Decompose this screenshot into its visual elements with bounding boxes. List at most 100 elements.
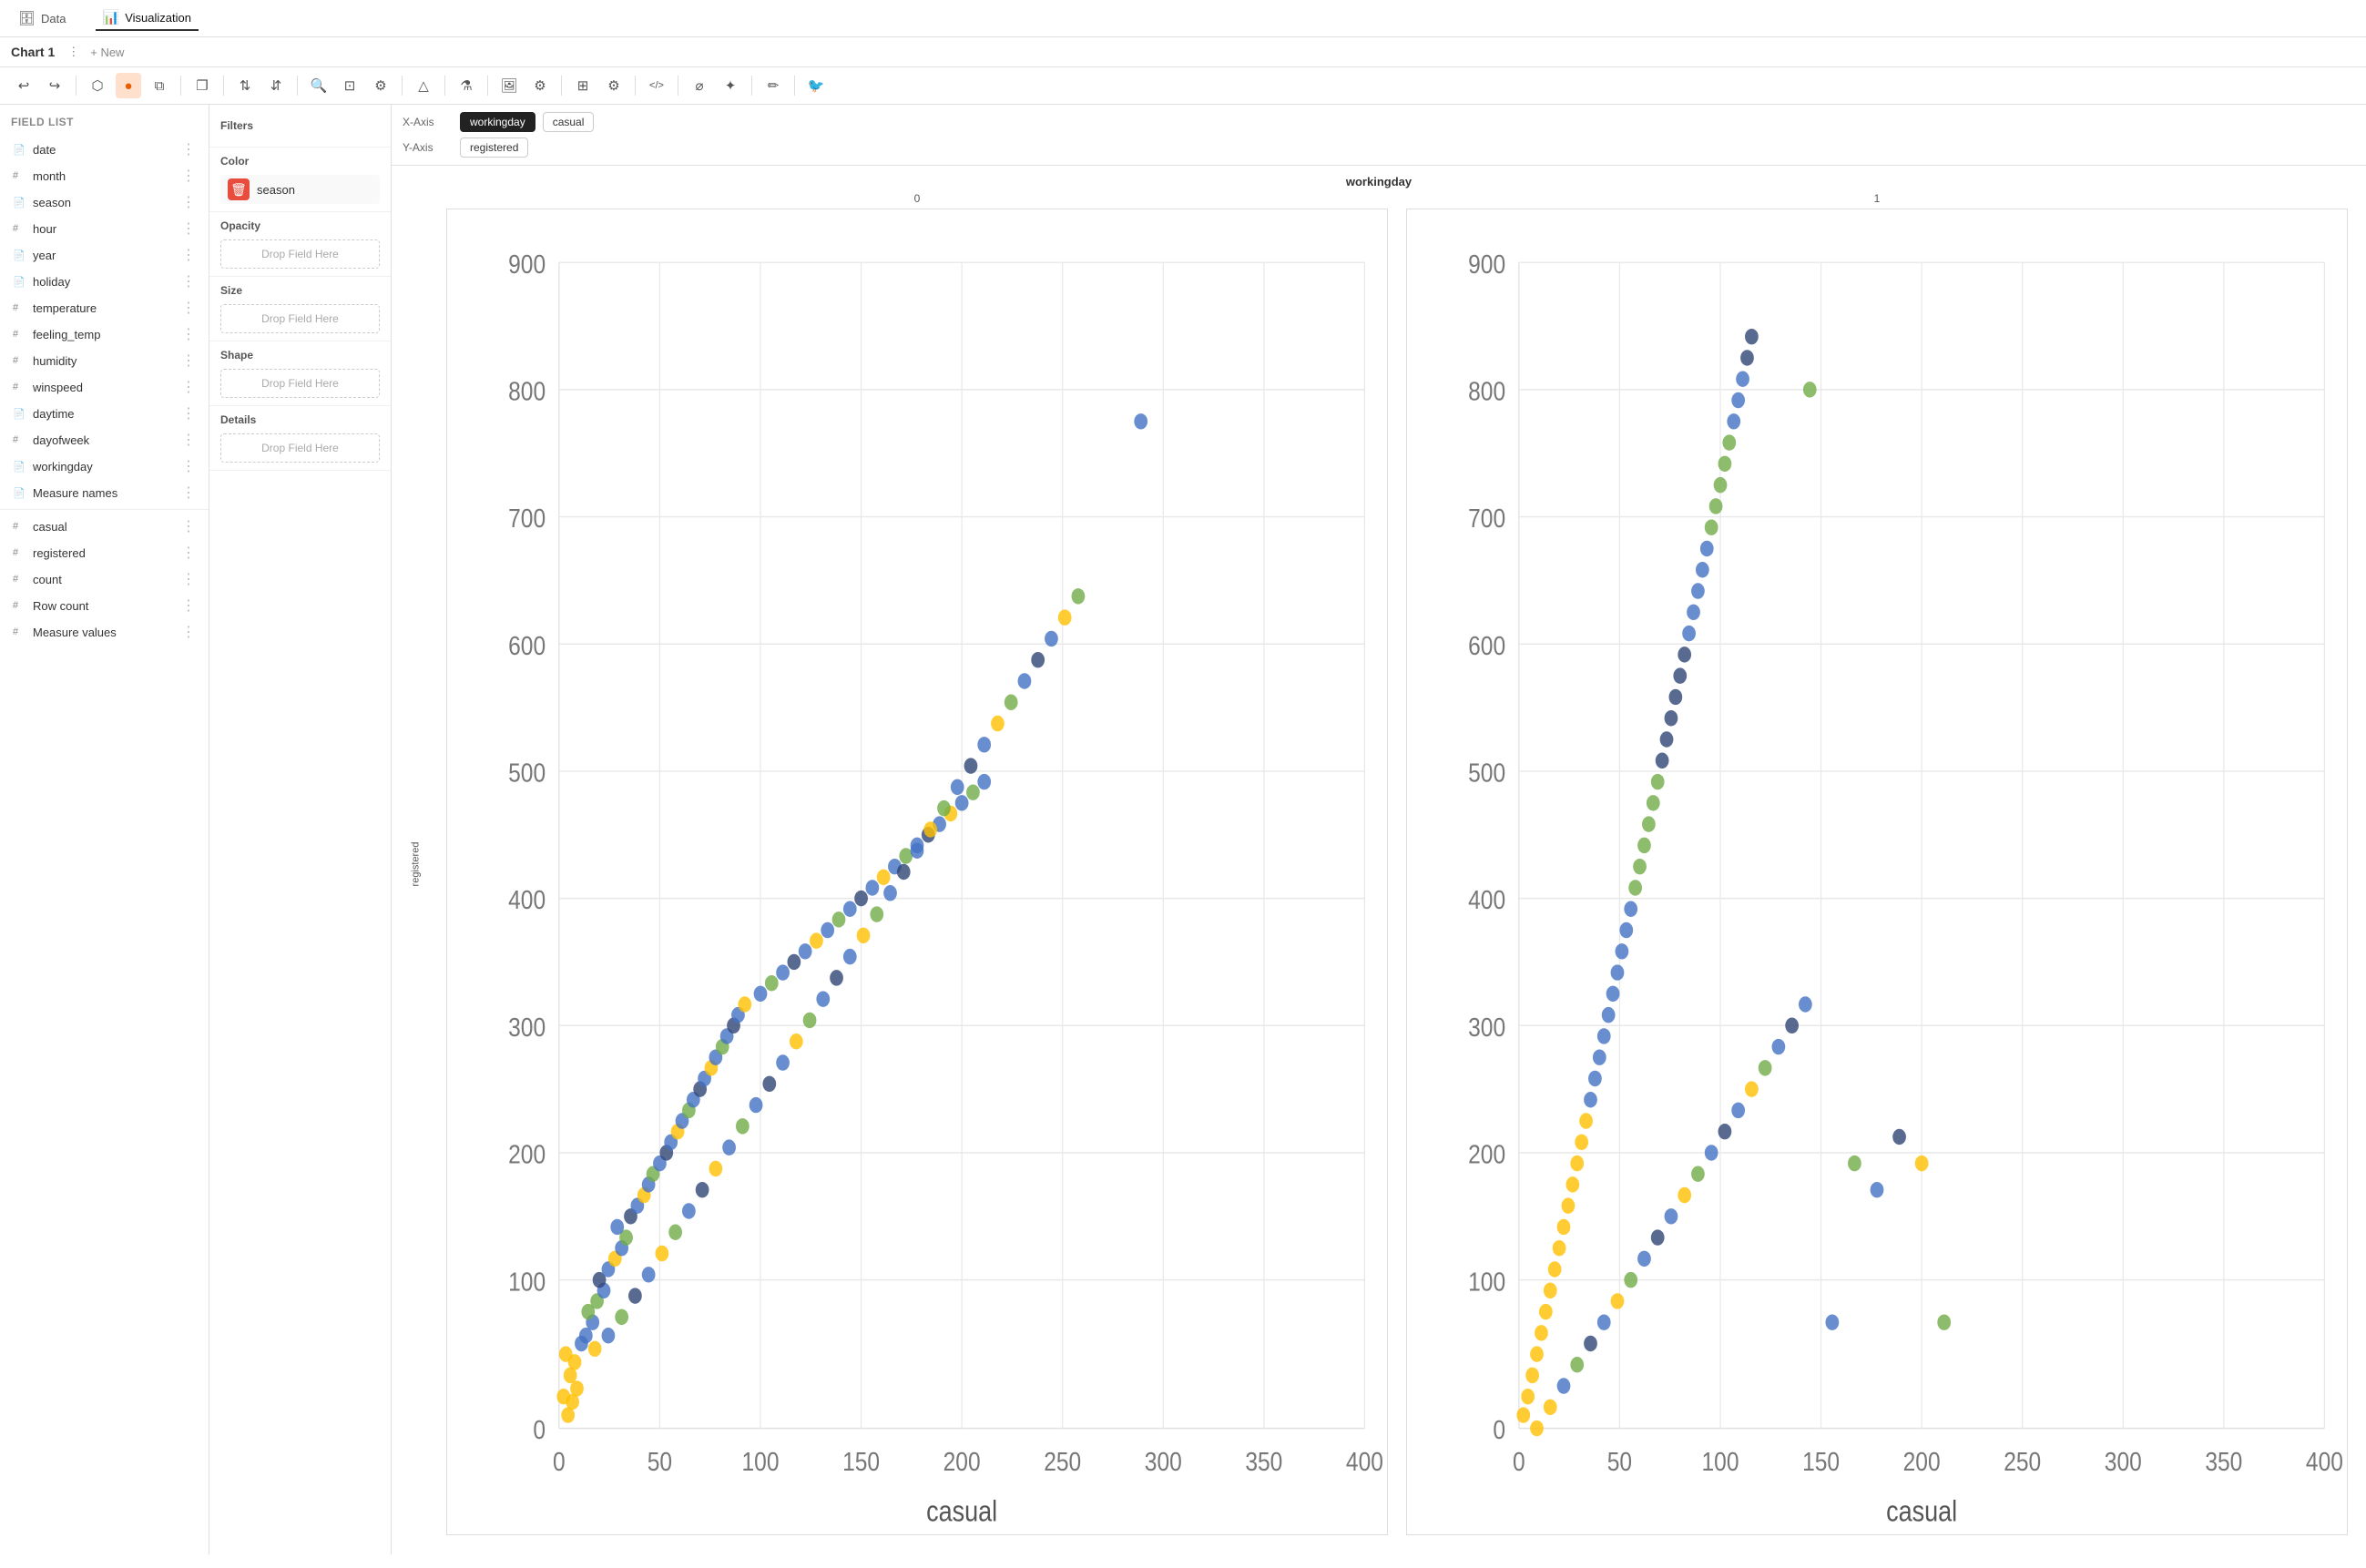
table-button[interactable]: ⊞ [570,73,596,98]
x-axis-row: X-Axis workingday casual [403,112,2355,132]
nav-data-label: Data [41,12,66,25]
field-item-registered[interactable]: # registered ⋮ [4,540,205,565]
field-more-workingday[interactable]: ⋮ [179,457,198,475]
new-button[interactable]: + New [90,46,124,59]
scatter-svg-1: 0 100 200 300 400 500 600 700 800 900 0 … [1406,209,2348,1535]
field-item-year[interactable]: 📄 year ⋮ [4,242,205,268]
field-name-holiday: holiday [33,275,179,289]
field-more-feeling-temp[interactable]: ⋮ [179,325,198,343]
field-name-season: season [33,196,179,209]
field-more-hour[interactable]: ⋮ [179,219,198,238]
field-item-holiday[interactable]: 📄 holiday ⋮ [4,269,205,294]
field-item-row-count[interactable]: # Row count ⋮ [4,593,205,618]
field-list-header: Field List [0,112,209,136]
color-section: Color 🗑 season [209,148,391,212]
shape-label: Shape [220,349,380,361]
field-more-holiday[interactable]: ⋮ [179,272,198,290]
opacity-drop-zone[interactable]: Drop Field Here [220,239,380,269]
svg-text:50: 50 [1607,1447,1632,1476]
undo-button[interactable]: ↩ [11,73,36,98]
x-axis-chip-workingday[interactable]: workingday [460,112,535,132]
y-axis-title: registered [410,841,421,886]
size-section: Size Drop Field Here [209,277,391,341]
field-more-row-count[interactable]: ⋮ [179,596,198,615]
field-item-season[interactable]: 📄 season ⋮ [4,189,205,215]
field-more-dayofweek[interactable]: ⋮ [179,431,198,449]
dayofweek-icon: # [13,434,29,445]
field-more-casual[interactable]: ⋮ [179,517,198,535]
sort-asc-button[interactable]: ⇅ [232,73,258,98]
zoom-rect-button[interactable]: ⊡ [337,73,362,98]
field-more-winspeed[interactable]: ⋮ [179,378,198,396]
field-item-casual[interactable]: # casual ⋮ [4,514,205,539]
field-item-workingday[interactable]: 📄 workingday ⋮ [4,453,205,479]
svg-text:250: 250 [1044,1447,1081,1476]
field-item-month[interactable]: # month ⋮ [4,163,205,188]
sort-desc-button[interactable]: ⇵ [263,73,289,98]
redo-button[interactable]: ↪ [42,73,67,98]
field-item-measure-names[interactable]: 📄 Measure names ⋮ [4,480,205,505]
cube-button[interactable]: ⬡ [85,73,110,98]
svg-text:0: 0 [533,1415,546,1444]
color-delete-icon[interactable]: 🗑 [228,178,250,200]
shape-drop-zone[interactable]: Drop Field Here [220,369,380,398]
svg-text:500: 500 [508,759,546,788]
svg-text:300: 300 [1468,1013,1505,1042]
field-item-count[interactable]: # count ⋮ [4,566,205,592]
gear-button[interactable]: ⚙ [601,73,627,98]
image-button[interactable]: 🖼 [496,73,522,98]
field-item-daytime[interactable]: 📄 daytime ⋮ [4,401,205,426]
field-more-date[interactable]: ⋮ [179,140,198,158]
svg-text:300: 300 [508,1013,546,1042]
pencil-button[interactable]: ✏ [760,73,786,98]
field-more-measure-values[interactable]: ⋮ [179,623,198,641]
field-name-humidity: humidity [33,354,179,368]
field-more-daytime[interactable]: ⋮ [179,404,198,423]
casual-icon: # [13,521,29,532]
field-name-casual: casual [33,520,179,534]
color-chip[interactable]: 🗑 season [220,175,380,204]
field-more-humidity[interactable]: ⋮ [179,351,198,370]
settings-button[interactable]: ⚙ [368,73,393,98]
field-more-season[interactable]: ⋮ [179,193,198,211]
field-more-count[interactable]: ⋮ [179,570,198,588]
svg-text:350: 350 [2205,1447,2242,1476]
svg-text:100: 100 [508,1267,546,1296]
size-drop-zone[interactable]: Drop Field Here [220,304,380,333]
svg-text:200: 200 [508,1140,546,1169]
layers-button[interactable]: ⧉ [147,73,172,98]
copy-button[interactable]: ❐ [189,73,215,98]
field-item-feeling-temp[interactable]: # feeling_temp ⋮ [4,321,205,347]
workingday-icon: 📄 [13,461,29,473]
field-more-measure-names[interactable]: ⋮ [179,484,198,502]
x-axis-chip-casual[interactable]: casual [543,112,595,132]
holiday-icon: 📄 [13,276,29,288]
nav-item-data[interactable]: 🗄 Data [11,6,74,30]
connect-button[interactable]: ⌀ [687,73,712,98]
field-item-date[interactable]: 📄 date ⋮ [4,137,205,162]
code-button[interactable]: </> [644,73,669,98]
star-button[interactable]: ✦ [718,73,743,98]
mark-button[interactable]: ● [116,73,141,98]
x-axis-label: X-Axis [403,116,453,128]
bird-button[interactable]: 🐦 [803,73,829,98]
field-more-temperature[interactable]: ⋮ [179,299,198,317]
field-item-winspeed[interactable]: # winspeed ⋮ [4,374,205,400]
field-more-registered[interactable]: ⋮ [179,544,198,562]
nav-item-visualization[interactable]: 📊 Visualization [96,5,199,31]
svg-text:300: 300 [1145,1447,1182,1476]
count-icon: # [13,574,29,585]
zoom-out-button[interactable]: 🔍 [306,73,331,98]
field-more-year[interactable]: ⋮ [179,246,198,264]
y-axis-chip-registered[interactable]: registered [460,137,528,158]
field-item-dayofweek[interactable]: # dayofweek ⋮ [4,427,205,453]
field-item-measure-values[interactable]: # Measure values ⋮ [4,619,205,645]
field-item-humidity[interactable]: # humidity ⋮ [4,348,205,373]
details-drop-zone[interactable]: Drop Field Here [220,433,380,463]
field-item-hour[interactable]: # hour ⋮ [4,216,205,241]
field-more-month[interactable]: ⋮ [179,167,198,185]
image-settings-button[interactable]: ⚙ [527,73,553,98]
triangle-button[interactable]: △ [411,73,436,98]
field-item-temperature[interactable]: # temperature ⋮ [4,295,205,321]
wand-button[interactable]: ⚗ [454,73,479,98]
